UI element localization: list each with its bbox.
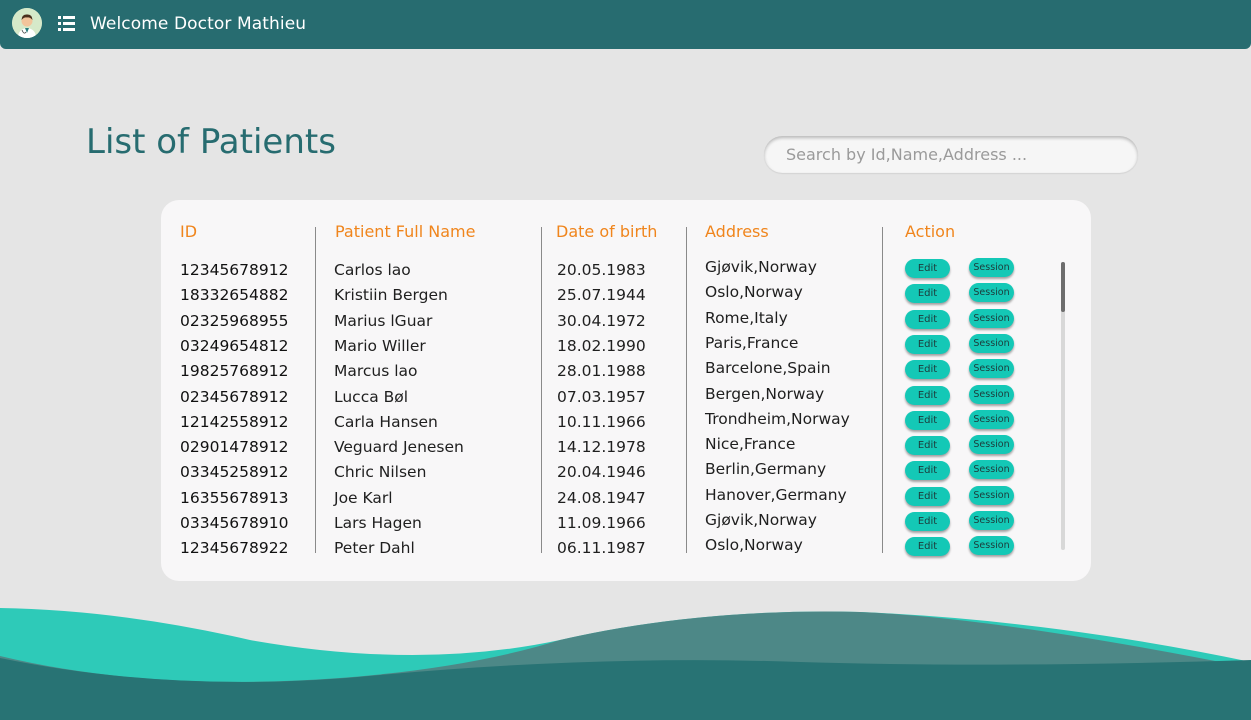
patient-id: 12142558912	[180, 412, 289, 431]
patient-id: 02325968955	[180, 311, 289, 330]
welcome-text: Welcome Doctor Mathieu	[90, 14, 307, 34]
patient-id: 03345678910	[180, 514, 289, 532]
patient-id: 12345678922	[180, 539, 289, 558]
column-divider	[686, 227, 687, 553]
patient-address: Oslo,Norway	[705, 283, 803, 302]
patient-name: Lars Hagen	[334, 514, 422, 532]
patient-dob: 07.03.1957	[557, 387, 646, 406]
patient-dob: 25.07.1944	[557, 286, 646, 305]
patient-address: Berlin,Germany	[705, 460, 827, 479]
patient-name: Joe Karl	[334, 488, 393, 507]
session-button[interactable]: Session	[969, 258, 1014, 277]
patient-name: Carla Hansen	[334, 412, 438, 431]
patient-address: Nice,France	[705, 435, 796, 454]
patient-id: 02345678912	[180, 387, 289, 406]
session-button[interactable]: Session	[969, 460, 1014, 480]
patient-id: 18332654882	[180, 286, 289, 305]
patient-name: Marius lGuar	[334, 311, 433, 330]
edit-button[interactable]: Edit	[905, 334, 950, 354]
patient-address: Hanover,Germany	[705, 485, 847, 504]
patient-address: Bergen,Norway	[705, 384, 825, 403]
edit-button[interactable]: Edit	[905, 360, 950, 380]
session-button[interactable]: Session	[969, 283, 1014, 303]
session-button[interactable]: Session	[969, 511, 1014, 530]
column-header-dob[interactable]: Date of birth	[556, 222, 657, 241]
patient-address: Barcelone,Spain	[705, 359, 831, 378]
patient-name: Veguard Jenesen	[334, 438, 464, 457]
patient-name: Peter Dahl	[334, 539, 415, 558]
column-header-name[interactable]: Patient Full Name	[335, 222, 475, 241]
patient-dob: 30.04.1972	[557, 311, 646, 330]
decorative-waves	[0, 608, 1251, 720]
patient-name: Marcus lao	[334, 362, 418, 381]
patient-address: Gjøvik,Norway	[705, 258, 817, 276]
patient-address: Gjøvik,Norway	[705, 511, 817, 529]
patient-address: Paris,France	[705, 333, 799, 352]
edit-button[interactable]: Edit	[905, 461, 950, 481]
patient-id: 03345258912	[180, 463, 289, 482]
patient-id: 03249654812	[180, 336, 289, 355]
patient-dob: 28.01.1988	[557, 362, 646, 381]
patient-address: Oslo,Norway	[705, 536, 803, 555]
patient-dob: 06.11.1987	[557, 539, 646, 558]
top-bar: Welcome Doctor Mathieu	[0, 0, 1251, 49]
patient-id: 02901478912	[180, 438, 289, 457]
patient-name: Mario Willer	[334, 336, 426, 355]
patient-name: Carlos lao	[334, 261, 411, 279]
patient-id: 16355678913	[180, 488, 289, 507]
column-header-action: Action	[905, 222, 956, 241]
edit-button[interactable]: Edit	[905, 309, 950, 329]
edit-button[interactable]: Edit	[905, 385, 950, 405]
patient-id: 19825768912	[180, 362, 289, 381]
column-divider	[882, 227, 883, 553]
edit-button[interactable]: Edit	[905, 284, 950, 304]
session-button[interactable]: Session	[969, 384, 1014, 404]
session-button[interactable]: Session	[969, 333, 1014, 353]
patient-dob: 11.09.1966	[557, 514, 646, 532]
session-button[interactable]: Session	[969, 308, 1014, 328]
patient-name: Chric Nilsen	[334, 463, 427, 482]
edit-button[interactable]: Edit	[905, 436, 950, 456]
column-header-address[interactable]: Address	[705, 222, 769, 241]
patient-dob: 10.11.1966	[557, 412, 646, 431]
column-header-id[interactable]: ID	[180, 222, 197, 241]
patient-dob: 20.05.1983	[557, 261, 646, 279]
patient-dob: 24.08.1947	[557, 488, 646, 507]
session-button[interactable]: Session	[969, 409, 1014, 429]
edit-button[interactable]: Edit	[905, 537, 950, 557]
scrollbar-thumb[interactable]	[1061, 262, 1065, 312]
patient-dob: 18.02.1990	[557, 336, 646, 355]
list-menu-icon[interactable]	[58, 16, 75, 31]
patient-name: Lucca Bøl	[334, 387, 409, 406]
patient-id: 12345678912	[180, 261, 289, 279]
edit-button[interactable]: Edit	[905, 512, 950, 531]
session-button[interactable]: Session	[969, 435, 1014, 455]
search-input[interactable]	[764, 136, 1138, 173]
session-button[interactable]: Session	[969, 536, 1014, 556]
page-title: List of Patients	[86, 122, 336, 162]
column-divider	[315, 227, 316, 553]
patient-name: Kristiin Bergen	[334, 286, 448, 305]
edit-button[interactable]: Edit	[905, 259, 950, 278]
patient-address: Rome,Italy	[705, 308, 788, 327]
patient-dob: 20.04.1946	[557, 463, 646, 482]
patient-address: Trondheim,Norway	[705, 409, 850, 428]
session-button[interactable]: Session	[969, 485, 1014, 505]
patient-dob: 14.12.1978	[557, 438, 646, 457]
edit-button[interactable]: Edit	[905, 410, 950, 430]
patients-table: ID Patient Full Name Date of birth Addre…	[161, 200, 1091, 581]
doctor-avatar-icon[interactable]	[12, 8, 42, 38]
edit-button[interactable]: Edit	[905, 486, 950, 506]
column-divider	[541, 227, 542, 553]
session-button[interactable]: Session	[969, 359, 1014, 379]
